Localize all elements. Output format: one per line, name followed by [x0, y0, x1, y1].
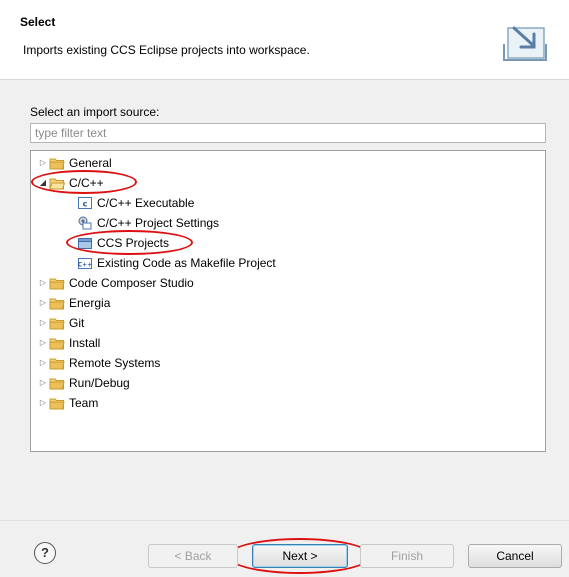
footer-divider: [0, 520, 569, 521]
expand-arrow-icon[interactable]: ▷: [37, 273, 49, 293]
collapse-arrow-icon[interactable]: ◢: [37, 173, 49, 193]
help-button[interactable]: ?: [34, 542, 56, 564]
tree-item-cpp-executable[interactable]: c C/C++ Executable: [77, 193, 194, 213]
svg-text:c: c: [83, 200, 88, 209]
tree-item-label: Run/Debug: [69, 376, 130, 390]
expand-arrow-icon[interactable]: ▷: [37, 393, 49, 413]
tree-item-makefile-project[interactable]: C++ Existing Code as Makefile Project: [77, 253, 276, 273]
folder-icon: [49, 358, 65, 370]
tree-item-label: CCS Projects: [97, 236, 170, 250]
makefile-icon: C++: [78, 258, 92, 269]
folder-icon: [49, 338, 65, 350]
tree-item-c-cpp[interactable]: ◢ C/C++: [37, 173, 104, 193]
tree-item-ccs-projects[interactable]: CCS Projects: [77, 233, 169, 253]
tree-item-energia[interactable]: ▷ Energia: [37, 293, 110, 313]
tree-item-remote-systems[interactable]: ▷ Remote Systems: [37, 353, 160, 373]
tree-item-run-debug[interactable]: ▷ Run/Debug: [37, 373, 130, 393]
next-button[interactable]: Next >: [252, 544, 348, 568]
tree-item-cpp-project-settings[interactable]: C/C++ Project Settings: [77, 213, 219, 233]
ccs-project-icon: [78, 238, 92, 249]
expand-arrow-icon[interactable]: ▷: [37, 313, 49, 333]
tree-item-label: C/C++ Project Settings: [97, 216, 220, 230]
tree-item-label: Remote Systems: [69, 356, 161, 370]
tree-item-label: Team: [69, 396, 99, 410]
tree-item-git[interactable]: ▷ Git: [37, 313, 84, 333]
folder-icon: [49, 318, 65, 330]
expand-arrow-icon[interactable]: ▷: [37, 333, 49, 353]
tree-item-general[interactable]: ▷ General: [37, 153, 112, 173]
expand-arrow-icon[interactable]: ▷: [37, 373, 49, 393]
tree-item-install[interactable]: ▷ Install: [37, 333, 100, 353]
project-settings-icon: [78, 216, 92, 230]
tree-item-label: Existing Code as Makefile Project: [97, 256, 276, 270]
tree-item-label: C/C++: [69, 176, 104, 190]
finish-button[interactable]: Finish: [360, 544, 454, 568]
folder-icon: [49, 158, 65, 170]
folder-icon: [49, 278, 65, 290]
page-title: Select: [20, 15, 56, 29]
tree-item-code-composer-studio[interactable]: ▷ Code Composer Studio: [37, 273, 194, 293]
tree-item-label: Energia: [69, 296, 111, 310]
folder-open-icon: [49, 178, 65, 190]
wizard-header: Select Imports existing CCS Eclipse proj…: [0, 0, 569, 80]
c-file-icon: c: [78, 197, 92, 209]
import-source-tree[interactable]: ▷ General ◢ C/C++ c C/C++ Executable C/C…: [30, 150, 546, 452]
tree-item-label: C/C++ Executable: [97, 196, 195, 210]
tree-item-team[interactable]: ▷ Team: [37, 393, 98, 413]
folder-icon: [49, 398, 65, 410]
cancel-button[interactable]: Cancel: [468, 544, 562, 568]
expand-arrow-icon[interactable]: ▷: [37, 153, 49, 173]
folder-icon: [49, 378, 65, 390]
page-description: Imports existing CCS Eclipse projects in…: [23, 43, 310, 57]
back-button[interactable]: < Back: [148, 544, 238, 568]
tree-item-label: General: [69, 156, 112, 170]
filter-input[interactable]: [30, 123, 546, 143]
import-wizard-icon: [503, 26, 547, 61]
expand-arrow-icon[interactable]: ▷: [37, 353, 49, 373]
import-source-label: Select an import source:: [30, 105, 160, 119]
tree-item-label: Code Composer Studio: [69, 276, 194, 290]
tree-item-label: Git: [69, 316, 85, 330]
svg-text:C++: C++: [78, 262, 92, 269]
tree-item-label: Install: [69, 336, 101, 350]
folder-icon: [49, 298, 65, 310]
expand-arrow-icon[interactable]: ▷: [37, 293, 49, 313]
